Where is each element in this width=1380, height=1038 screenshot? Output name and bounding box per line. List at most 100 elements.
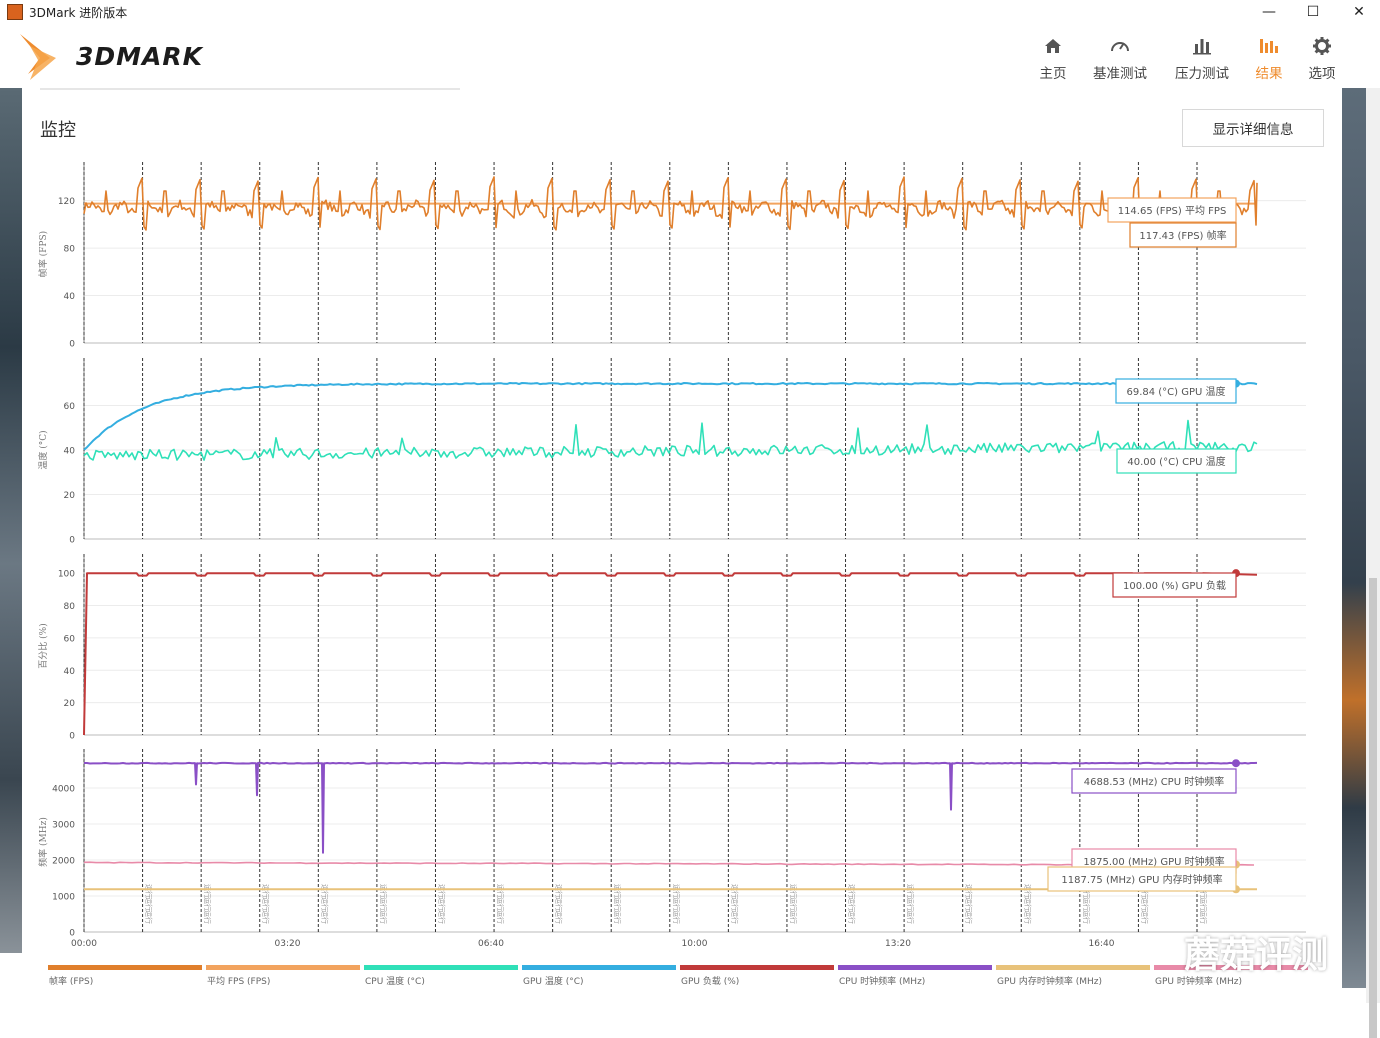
watermark-text: 蘑菇评测 <box>1184 935 1329 976</box>
run-marker-label: 运行 <box>1082 897 1091 911</box>
run-marker-label: 运行 <box>437 884 446 898</box>
y-tick-label: 1000 <box>52 893 75 903</box>
run-marker-label: 运行 <box>730 897 739 911</box>
legend-swatch <box>364 965 518 970</box>
run-marker-label: 运行 <box>965 897 974 911</box>
y-tick-label: 80 <box>64 245 76 255</box>
y-tick-label: 60 <box>64 634 76 644</box>
y-tick-label: 0 <box>69 929 75 939</box>
run-marker-label: 运行 <box>906 910 915 924</box>
run-marker-label: 运行 <box>320 897 329 911</box>
run-marker-label: 运行 <box>555 897 564 911</box>
x-tick-label: 06:40 <box>478 939 504 949</box>
run-marker-label: 运行 <box>320 910 329 924</box>
x-tick-label: 00:00 <box>71 939 97 949</box>
run-marker-label: 运行 <box>203 910 212 924</box>
run-marker-label: 运行 <box>789 910 798 924</box>
y-tick-label: 0 <box>69 536 75 546</box>
y-tick-label: 120 <box>58 197 75 207</box>
legend-swatch <box>680 965 834 970</box>
y-tick-label: 100 <box>58 570 75 580</box>
run-marker-label: 运行 <box>965 910 974 924</box>
legend-label: GPU 内存时钟频率 (MHz) <box>997 975 1102 987</box>
run-marker-label: 运行 <box>379 884 388 898</box>
run-marker-label: 运行 <box>730 910 739 924</box>
y-tick-label: 40 <box>64 667 76 677</box>
legend-label: 帧率 (FPS) <box>49 975 93 987</box>
legend-label: GPU 负载 (%) <box>681 975 739 987</box>
run-marker-label: 运行 <box>1023 884 1032 898</box>
run-marker-label: 运行 <box>262 884 271 898</box>
y-tick-label: 20 <box>64 491 76 501</box>
run-marker-label: 运行 <box>613 897 622 911</box>
y-tick-label: 40 <box>64 292 76 302</box>
run-marker-label: 运行 <box>262 897 271 911</box>
run-marker-label: 运行 <box>1140 910 1149 924</box>
run-marker-label: 运行 <box>1023 897 1032 911</box>
run-marker-label: 运行 <box>965 884 974 898</box>
run-marker-label: 运行 <box>613 910 622 924</box>
run-marker-label: 运行 <box>496 910 505 924</box>
legend-swatch <box>522 965 676 970</box>
value-callout-text: 100.00 (%) GPU 负载 <box>1123 579 1226 592</box>
monitoring-chart: 0 40 80 120 帧率 (FPS) 0 20 40 60 温度 (°C) 0 20 40 60 80 1… <box>37 162 1308 987</box>
y-tick-label: 4000 <box>52 785 75 795</box>
x-tick-label: 10:00 <box>682 939 708 949</box>
run-marker-label: 运行 <box>145 910 154 924</box>
y-tick-label: 20 <box>64 699 76 709</box>
y-tick-label: 2000 <box>52 857 75 867</box>
value-callout-text: 114.65 (FPS) 平均 FPS <box>1118 205 1227 217</box>
run-marker-label: 运行 <box>730 884 739 898</box>
value-callout-text: 1187.75 (MHz) GPU 内存时钟频率 <box>1061 873 1222 886</box>
legend-swatch <box>48 965 202 970</box>
run-marker-label: 运行 <box>379 897 388 911</box>
x-tick-label: 13:20 <box>885 939 911 949</box>
run-marker-label: 运行 <box>145 884 154 898</box>
x-tick-label: 03:20 <box>275 939 301 949</box>
y-axis-label: 帧率 (FPS) <box>37 231 49 277</box>
run-marker-label: 运行 <box>437 910 446 924</box>
legend-swatch <box>838 965 992 970</box>
run-marker-label: 运行 <box>1199 910 1208 924</box>
run-marker-label: 运行 <box>1082 910 1091 924</box>
y-axis-label: 温度 (°C) <box>37 430 49 469</box>
run-marker-label: 运行 <box>379 910 388 924</box>
legend-label: 平均 FPS (FPS) <box>207 975 270 987</box>
run-marker-label: 运行 <box>789 884 798 898</box>
run-marker-label: 运行 <box>496 897 505 911</box>
y-tick-label: 80 <box>64 602 76 612</box>
x-tick-label: 16:40 <box>1089 939 1115 949</box>
run-marker-label: 运行 <box>555 910 564 924</box>
run-marker-label: 运行 <box>672 897 681 911</box>
run-marker-label: 运行 <box>789 897 798 911</box>
run-marker-label: 运行 <box>437 897 446 911</box>
run-marker-label: 运行 <box>320 884 329 898</box>
run-marker-label: 运行 <box>613 884 622 898</box>
run-marker-label: 运行 <box>262 910 271 924</box>
y-tick-label: 0 <box>69 340 75 350</box>
run-marker-label: 运行 <box>848 884 857 898</box>
legend-label: CPU 时钟频率 (MHz) <box>839 975 925 987</box>
y-tick-label: 40 <box>64 447 76 457</box>
run-marker-label: 运行 <box>906 897 915 911</box>
legend-label: CPU 温度 (°C) <box>365 975 425 987</box>
legend-swatch <box>206 965 360 970</box>
run-marker-label: 运行 <box>848 910 857 924</box>
run-marker-label: 运行 <box>672 910 681 924</box>
run-marker-label: 运行 <box>145 897 154 911</box>
value-callout-text: 4688.53 (MHz) CPU 时钟频率 <box>1084 775 1224 788</box>
y-axis-label: 频率 (MHz) <box>37 817 49 867</box>
run-marker-label: 运行 <box>203 884 212 898</box>
value-callout-text: 117.43 (FPS) 帧率 <box>1139 229 1226 242</box>
y-axis-label: 百分比 (%) <box>37 623 49 668</box>
legend-swatch <box>996 965 1150 970</box>
value-callout-text: 69.84 (°C) GPU 温度 <box>1126 385 1225 398</box>
run-marker-label: 运行 <box>1023 910 1032 924</box>
y-tick-label: 3000 <box>52 821 75 831</box>
value-callout-text: 1875.00 (MHz) GPU 时钟频率 <box>1083 855 1224 868</box>
run-marker-label: 运行 <box>672 884 681 898</box>
run-marker-label: 运行 <box>203 897 212 911</box>
run-marker-label: 运行 <box>555 884 564 898</box>
y-tick-label: 60 <box>64 402 76 412</box>
run-marker-label: 运行 <box>906 884 915 898</box>
